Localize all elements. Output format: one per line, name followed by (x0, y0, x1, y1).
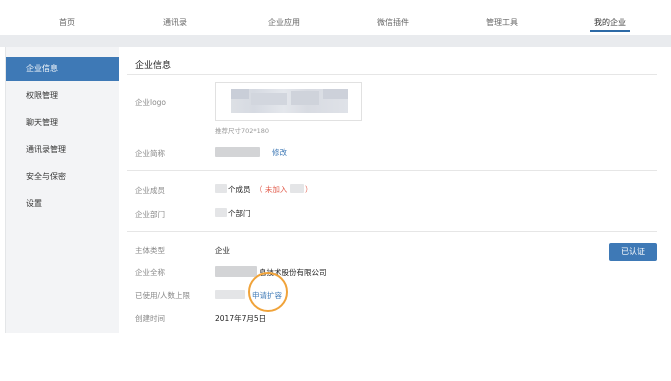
full-name-label: 企业全称 (135, 268, 165, 277)
usage-value-redacted (215, 290, 245, 299)
page-title: 企业信息 (135, 61, 172, 71)
logo-size-hint: 推荐尺寸702*180 (215, 127, 270, 135)
sidebar-item-label: 聊天管理 (26, 118, 58, 127)
divider (127, 231, 657, 232)
full-name-prefix-redacted (215, 266, 257, 277)
sidebar-item-label: 安全与保密 (26, 172, 66, 181)
divider (127, 74, 657, 75)
sidebar-item-chat-management[interactable]: 聊天管理 (6, 111, 120, 135)
created-date: 2017年7月5日 (215, 314, 267, 323)
tab-enterprise-apps[interactable]: 企业应用 (268, 17, 300, 28)
sidebar-item-label: 企业信息 (26, 64, 58, 73)
created-label: 创建时间 (135, 314, 165, 323)
not-joined-close: ） (305, 185, 313, 194)
not-joined-open: （ 未加入 (255, 185, 288, 194)
sidebar-item-permissions[interactable]: 权限管理 (6, 84, 120, 108)
top-navigation: 首页 通讯录 企业应用 微信插件 管理工具 我的企业 (0, 0, 671, 34)
divider (127, 170, 657, 171)
tab-wechat-plugin[interactable]: 微信插件 (377, 17, 409, 28)
verified-button[interactable]: 已认证 (609, 243, 657, 261)
sidebar-item-label: 设置 (26, 199, 42, 208)
not-joined-count-redacted[interactable] (290, 184, 304, 193)
departments-suffix: 个部门 (228, 209, 251, 218)
highlight-circle (248, 272, 288, 312)
main-content: 企业信息 企业logo 推荐尺寸702*180 企业简称 修改 企业成员 个成员… (119, 47, 657, 333)
active-tab-indicator (590, 30, 630, 32)
tab-contacts[interactable]: 通讯录 (163, 17, 187, 28)
logo-upload-box[interactable] (215, 82, 362, 121)
tab-management-tools[interactable]: 管理工具 (486, 17, 518, 28)
header-divider-bar (0, 35, 671, 47)
sidebar-item-settings[interactable]: 设置 (6, 192, 120, 216)
departments-label: 企业部门 (135, 210, 165, 219)
short-name-value-redacted (215, 147, 260, 157)
entity-type-value: 企业 (215, 246, 230, 255)
departments-count-redacted (215, 208, 227, 217)
members-count-redacted (215, 184, 227, 193)
sidebar: 企业信息 权限管理 聊天管理 通讯录管理 安全与保密 设置 (5, 47, 120, 333)
logo-image (231, 89, 348, 113)
sidebar-item-enterprise-info[interactable]: 企业信息 (6, 57, 120, 81)
tab-my-enterprise[interactable]: 我的企业 (594, 17, 626, 28)
sidebar-item-security[interactable]: 安全与保密 (6, 165, 120, 189)
entity-type-label: 主体类型 (135, 246, 165, 255)
sidebar-item-label: 通讯录管理 (26, 145, 66, 154)
edit-short-name-link[interactable]: 修改 (272, 147, 287, 158)
logo-label: 企业logo (135, 98, 167, 107)
short-name-label: 企业简称 (135, 149, 165, 158)
usage-label: 已使用/人数上限 (135, 291, 191, 300)
sidebar-item-contacts-management[interactable]: 通讯录管理 (6, 138, 120, 162)
tab-home[interactable]: 首页 (59, 17, 75, 28)
members-label: 企业成员 (135, 186, 165, 195)
members-suffix: 个成员 (228, 185, 251, 194)
sidebar-item-label: 权限管理 (26, 91, 58, 100)
